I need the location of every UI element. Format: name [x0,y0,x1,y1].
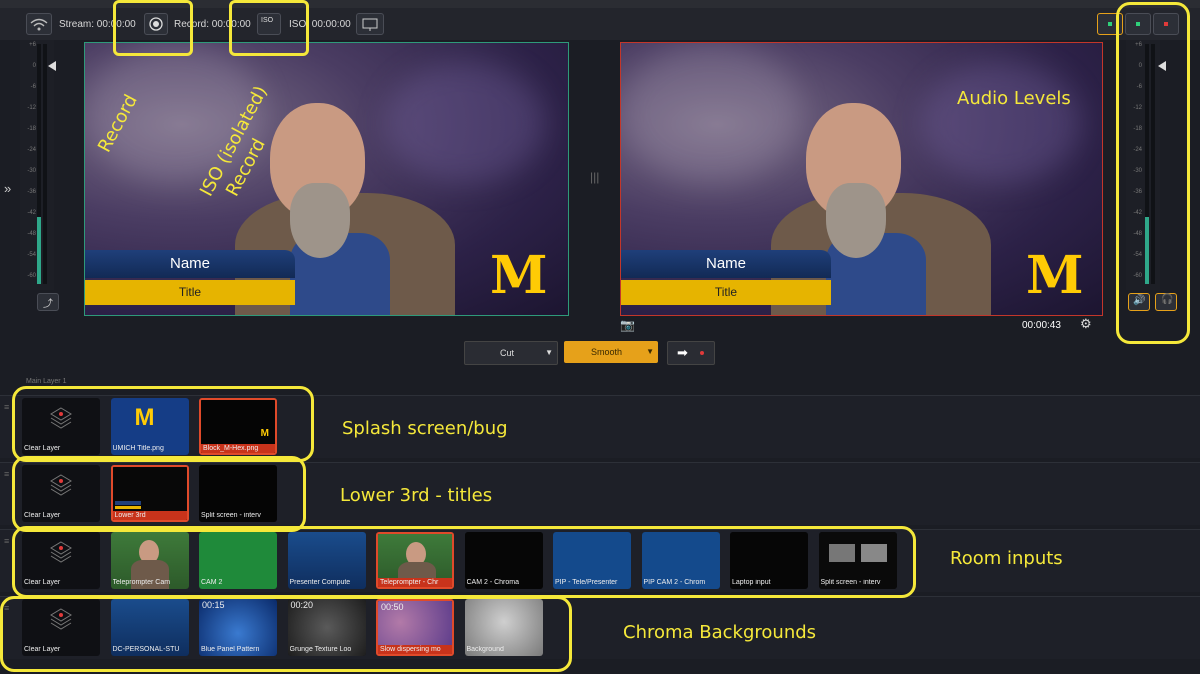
meter-tick-label: -48 [27,231,36,237]
cut-transition-select[interactable]: Cut ▼ [464,341,558,365]
meter-bar [43,44,47,284]
annotation-chroma-box [0,596,572,672]
annotation-audio-box [1116,2,1190,344]
annotation-lower3rd: Lower 3rd - titles [340,485,493,506]
meter-tick-label: -24 [27,147,36,153]
meter-tick-label: 0 [32,63,36,69]
annotation-record-box [113,0,193,56]
annotation-chroma: Chroma Backgrounds [623,622,817,643]
cue-icon: ⤴ [43,299,53,310]
meter-pointer-icon[interactable] [48,61,56,71]
drag-handle-icon[interactable]: ≡ [4,536,9,546]
meter-tick-label: -18 [27,126,36,132]
drag-handle-icon[interactable]: ≡ [4,402,9,412]
program-monitor: Name Title M [620,42,1103,316]
smooth-label: Smooth [591,347,623,357]
meter-tick-label: +6 [29,42,36,48]
red-dot-icon [700,351,704,355]
program-settings-gear-icon[interactable]: ⚙ [1080,316,1092,332]
chevron-down-icon: ▼ [646,347,654,356]
annotation-room-box [12,526,916,598]
annotation-audio-levels: Audio Levels [957,88,1071,109]
meter-tick-label: -6 [30,84,36,90]
drag-handle-icon[interactable]: ≡ [4,469,9,479]
wifi-icon [30,18,48,31]
take-transition-button[interactable]: ➡ [667,341,715,365]
annotation-splash-box [12,386,314,462]
arrow-right-icon: ➡ [677,345,688,360]
smooth-transition-select[interactable]: Smooth ▼ [564,341,658,363]
chevron-down-icon: ▼ [545,348,553,357]
meter-tick-label: -42 [27,210,36,216]
meter-tick-label: -36 [27,189,36,195]
annotation-lower3rd-box [12,456,306,532]
headphone-cue-button[interactable]: ⤴ [37,293,59,311]
expand-sidebar-icon[interactable]: » [4,181,11,196]
monitor-icon [362,18,378,31]
program-timer: 00:00:43 [1022,320,1061,331]
annotation-iso-box [229,0,309,56]
green-dot-icon [1108,22,1112,26]
program-lower-third-title: Title [621,280,831,305]
display-output-button[interactable] [356,13,384,35]
left-audio-meter: +6 0 -6 -12 -18 -24 -30 -36 -42 -48 -54 -60 [20,40,54,290]
meter-tick-label: -54 [27,252,36,258]
program-block-m-logo: M [1026,245,1084,306]
meter-bar [37,44,41,284]
preview-lower-third-title: Title [85,280,295,305]
annotation-splash: Splash screen/bug [342,418,508,439]
meter-level [37,216,41,284]
preview-block-m-logo: M [490,245,548,306]
preview-lower-third-name: Name [85,250,295,278]
meter-scale: +6 0 -6 -12 -18 -24 -30 -36 -42 -48 -54 -60 [20,40,36,292]
snapshot-camera-icon[interactable]: 📷 [620,318,635,332]
cut-label: Cut [500,348,515,358]
annotation-room-inputs: Room inputs [950,548,1063,569]
meter-tick-label: -12 [27,105,36,111]
meter-tick-label: -60 [27,273,36,279]
monitor-divider-handle[interactable]: ||| [590,170,599,184]
meter-tick-label: -30 [27,168,36,174]
program-lower-third-name: Name [621,250,831,278]
wifi-stream-button[interactable] [26,13,52,35]
preview-monitor[interactable]: Name Title M [84,42,569,316]
main-layer-label: Main Layer 1 [26,378,67,385]
